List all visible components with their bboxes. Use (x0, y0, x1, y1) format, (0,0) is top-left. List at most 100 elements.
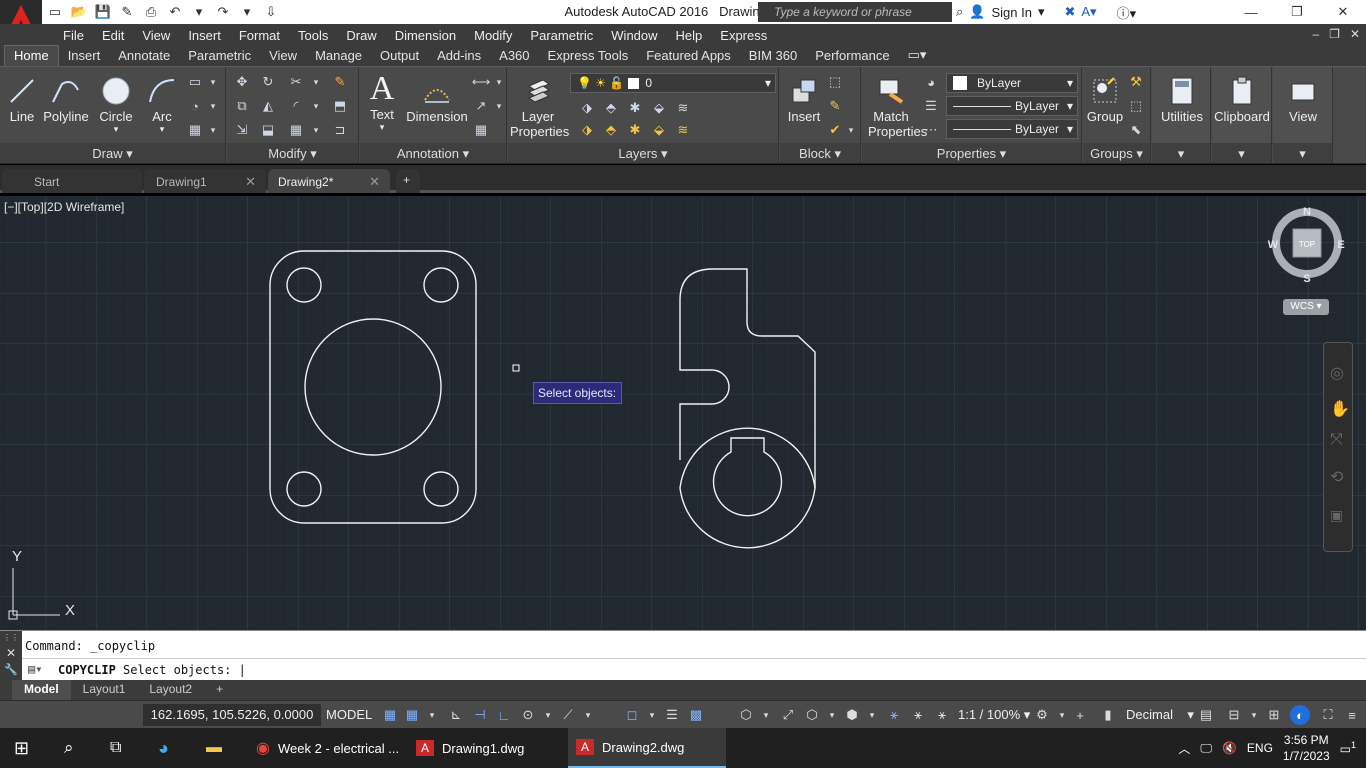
zoom-extents-icon[interactable]: ⤧ (1330, 431, 1343, 449)
maximize-button[interactable]: ❐ (1274, 0, 1320, 24)
explode-icon[interactable]: ⬒ (331, 97, 349, 115)
edge-icon[interactable]: ◕ (150, 728, 169, 768)
compass-s[interactable]: S (1303, 273, 1310, 285)
menu-modify[interactable]: Modify (465, 28, 521, 43)
save-as-icon[interactable]: ✎ (116, 2, 138, 22)
file-explorer-icon[interactable]: ▬ (198, 728, 222, 768)
dynamic-input-icon[interactable]: ⊣ (470, 705, 490, 725)
clean-screen-icon[interactable]: ⛶ (1318, 705, 1338, 725)
notifications-icon[interactable]: ▭1 (1340, 740, 1356, 756)
grip-icon[interactable]: ⋮⋮ (0, 631, 22, 642)
workspace-dropdown-icon[interactable]: ▾ (1052, 705, 1072, 725)
filter-dropdown-icon[interactable]: ▾ (862, 705, 882, 725)
group-select-icon[interactable]: ⬉ (1127, 121, 1145, 139)
tab-layout2[interactable]: Layout2 (137, 680, 204, 700)
move-icon[interactable]: ✥ (233, 73, 251, 91)
table-dropdown-icon[interactable]: ▾ (204, 121, 222, 139)
tab-add-ins[interactable]: Add-ins (428, 46, 490, 66)
polyline-button[interactable]: Polyline (42, 73, 90, 124)
menu-draw[interactable]: Draw (337, 28, 385, 43)
doc-minimize-icon[interactable]: – (1312, 27, 1319, 41)
fillet-icon[interactable]: ◜ (287, 97, 305, 115)
tab-drawing1[interactable]: Drawing1 ✕ (144, 169, 266, 193)
infer-constraints-icon[interactable]: ⊾ (446, 705, 466, 725)
customize-icon[interactable]: 🔧 (0, 663, 22, 676)
minimize-button[interactable]: — (1228, 0, 1274, 24)
linear-dimension-icon[interactable]: ⟷ (472, 73, 491, 91)
menu-view[interactable]: View (133, 28, 179, 43)
modify-panel-title[interactable]: Modify ▾ (227, 143, 358, 163)
array-dropdown-icon[interactable]: ▾ (307, 121, 325, 139)
isodraft-icon[interactable]: ⟋ (558, 705, 578, 725)
recent-commands-icon[interactable]: ▤▾ (28, 662, 42, 676)
3d-osnap-icon[interactable]: ⤢ (778, 705, 798, 725)
mirror-icon[interactable]: ◭ (259, 97, 277, 115)
close-command-icon[interactable]: ✕ (0, 646, 22, 660)
redo-icon[interactable]: ↷ (212, 2, 234, 22)
autodesk-a360-icon[interactable]: A▾ (1081, 4, 1096, 20)
help-icon[interactable]: ⓘ▾ (1117, 3, 1137, 22)
annotation-table-icon[interactable]: ▦ (472, 121, 490, 139)
menu-parametric[interactable]: Parametric (521, 28, 602, 43)
task-view-icon[interactable]: ⧉ (102, 728, 121, 768)
tab-drawing2[interactable]: Drawing2* ✕ (268, 169, 390, 193)
linetype-dropdown[interactable]: ByLayer ▾ (946, 96, 1078, 116)
search-icon[interactable]: ⌕ (56, 728, 74, 768)
hatch-icon[interactable]: ◔ (186, 97, 204, 115)
annotation-monitor-icon[interactable]: + (1070, 705, 1090, 725)
copy-icon[interactable]: ⧉ (233, 97, 251, 115)
scale-icon[interactable]: ⬓ (259, 121, 277, 139)
arc-button[interactable]: Arc ▾ (142, 73, 182, 135)
annotation-visibility-icon[interactable]: ⚹ (908, 705, 928, 725)
attributes-dropdown-icon[interactable]: ▾ (842, 121, 860, 139)
tab-model[interactable]: Model (12, 680, 71, 700)
tab-output[interactable]: Output (371, 46, 428, 66)
trim-icon[interactable]: ✂ (287, 73, 305, 91)
tab-view[interactable]: View (260, 46, 306, 66)
erase-icon[interactable]: ✎ (331, 73, 349, 91)
tab-performance[interactable]: Performance (806, 46, 898, 66)
text-button[interactable]: A Text ▾ (364, 70, 400, 133)
clipboard-dropdown-icon[interactable]: ▾ (1212, 143, 1271, 163)
wcs-menu[interactable]: WCS ▾ (1283, 299, 1329, 315)
properties-panel-title[interactable]: Properties ▾ (862, 143, 1081, 163)
compass-e[interactable]: E (1337, 239, 1344, 251)
utilities-panel[interactable]: Utilities ▾ (1152, 67, 1211, 163)
tab-featured-apps[interactable]: Featured Apps (637, 46, 740, 66)
snap-dropdown-icon[interactable]: ▾ (422, 705, 442, 725)
language-indicator[interactable]: ENG (1247, 741, 1273, 755)
showmotion-icon[interactable]: ▣ (1330, 507, 1343, 524)
polar-dropdown-icon[interactable]: ▾ (538, 705, 558, 725)
lineweight-toggle-icon[interactable]: ☰ (662, 705, 682, 725)
workspace-gear-icon[interactable]: ⚙ (1032, 705, 1052, 725)
leader-icon[interactable]: ↗ (472, 97, 490, 115)
circle-button[interactable]: Circle ▾ (94, 73, 138, 135)
layer-properties-button[interactable]: Layer Properties (510, 73, 569, 139)
utilities-dropdown-icon[interactable]: ▾ (1152, 143, 1210, 163)
edit-block-icon[interactable]: ✎ (826, 97, 844, 115)
linear-dropdown-icon[interactable]: ▾ (490, 73, 508, 91)
annotation-scale-dropdown[interactable]: 1:1 / 100% ▾ (958, 707, 1030, 723)
sign-in-button[interactable]: ⌕ 👤 Sign In ▾ ✖ A▾ ⓘ▾ (956, 2, 1136, 22)
tab-layout1[interactable]: Layout1 (71, 680, 138, 700)
menu-tools[interactable]: Tools (289, 28, 337, 43)
rectangle-dropdown-icon[interactable]: ▾ (204, 73, 222, 91)
line-button[interactable]: Line (4, 73, 40, 124)
table-icon[interactable]: ▦ (186, 121, 204, 139)
menu-express[interactable]: Express (711, 28, 776, 43)
customize-qat-icon[interactable]: ⇩ (260, 2, 282, 22)
gizmo-icon[interactable]: ⚹ (884, 705, 904, 725)
coordinates-readout[interactable]: 162.1695, 105.5226, 0.0000 (143, 704, 321, 726)
stretch-icon[interactable]: ⇲ (233, 121, 251, 139)
groups-panel-title[interactable]: Groups ▾ (1083, 143, 1150, 163)
compass-n[interactable]: N (1303, 206, 1311, 218)
selection-cycling-icon[interactable]: ⬡ (736, 705, 756, 725)
model-space-button[interactable]: MODEL (326, 707, 372, 722)
view-dropdown-icon[interactable]: ▾ (1273, 143, 1332, 163)
transparency-icon[interactable]: ▩ (686, 705, 706, 725)
hardware-acceleration-icon[interactable]: ◐ (1290, 705, 1310, 725)
command-input[interactable]: ▤▾ COPYCLIP Select objects: | (22, 658, 1366, 680)
menu-dimension[interactable]: Dimension (386, 28, 465, 43)
taskbar-chrome[interactable]: ◉ Week 2 - electrical ... (248, 728, 406, 768)
tab-parametric[interactable]: Parametric (179, 46, 260, 66)
